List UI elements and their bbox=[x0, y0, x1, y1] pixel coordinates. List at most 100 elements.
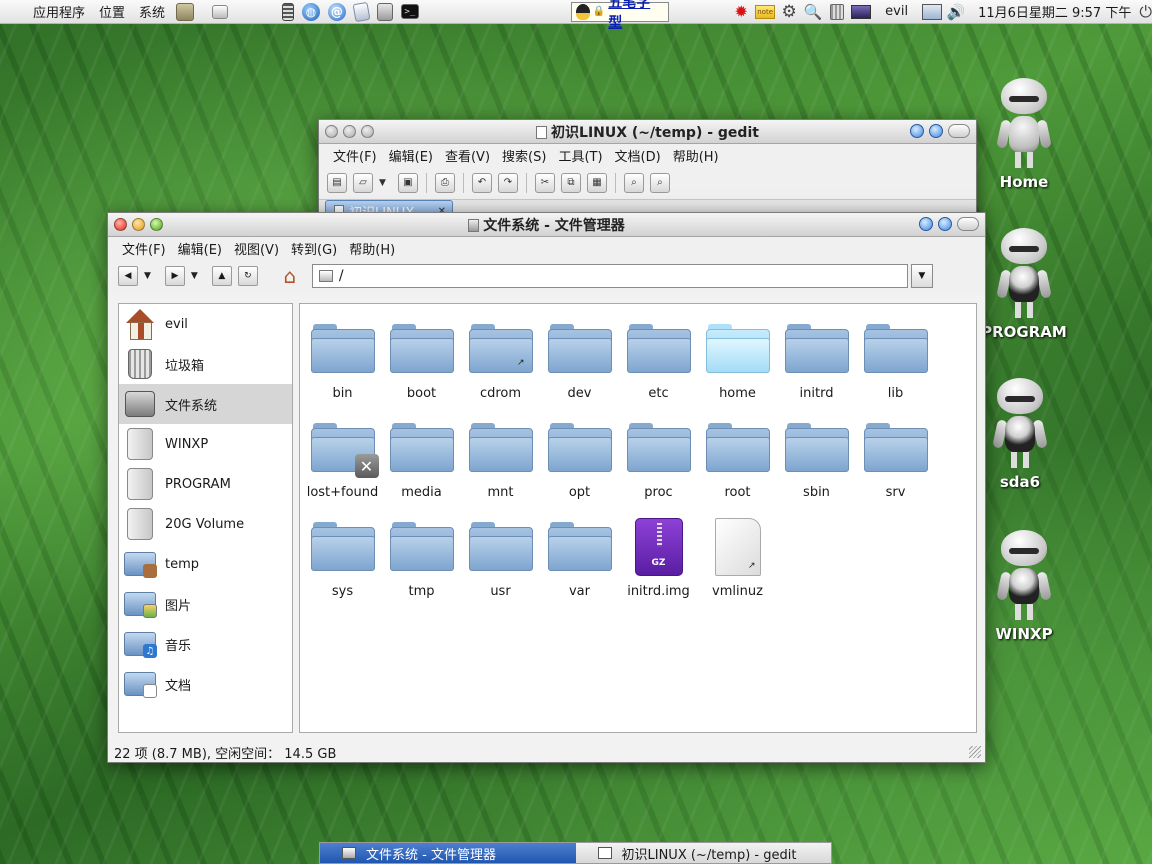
file-item[interactable]: mnt bbox=[461, 419, 540, 518]
minimize-button[interactable] bbox=[343, 125, 356, 138]
mail-launcher-icon[interactable]: @ bbox=[327, 2, 346, 21]
cut-icon[interactable]: ✂ bbox=[534, 172, 555, 193]
trash-tray-icon[interactable] bbox=[827, 3, 847, 21]
file-manager-titlebar[interactable]: 文件系统 - 文件管理器 bbox=[108, 213, 985, 237]
back-button[interactable]: ◀ bbox=[118, 266, 138, 286]
sidebar-item-filesystem[interactable]: 文件系统 bbox=[119, 384, 292, 424]
shade-button[interactable] bbox=[919, 217, 933, 231]
file-item[interactable]: proc bbox=[619, 419, 698, 518]
input-method-indicator[interactable]: 🔒 五笔字型 bbox=[570, 0, 670, 31]
desktop-icon-winxp[interactable]: WINXP bbox=[974, 530, 1074, 643]
globe-launcher-icon[interactable]: ◍ bbox=[301, 2, 320, 21]
alert-icon[interactable]: ✹ bbox=[731, 2, 751, 21]
menu-file[interactable]: 文件(F) bbox=[327, 146, 383, 165]
gear-icon[interactable]: ⚙ bbox=[779, 2, 799, 22]
menu-view[interactable]: 查看(V) bbox=[439, 146, 496, 165]
sticky-button[interactable] bbox=[938, 217, 952, 231]
user-name[interactable]: evil bbox=[885, 4, 908, 19]
open-recent-arrow-icon[interactable]: ▼ bbox=[379, 178, 386, 188]
folder-launcher-icon[interactable] bbox=[176, 2, 194, 21]
terminal-launcher-icon[interactable]: >_ bbox=[400, 4, 419, 19]
file-item[interactable]: GZ initrd.img bbox=[619, 518, 698, 617]
file-item[interactable]: bin bbox=[303, 320, 382, 419]
sidebar-item-pictures[interactable]: 图片 bbox=[119, 584, 292, 624]
close-button[interactable] bbox=[325, 125, 338, 138]
menu-file[interactable]: 文件(F) bbox=[116, 239, 172, 258]
file-item[interactable]: ↗ cdrom bbox=[461, 320, 540, 419]
redo-icon[interactable]: ↷ bbox=[497, 172, 518, 193]
back-history-arrow-icon[interactable]: ▼ bbox=[144, 271, 151, 281]
undo-icon[interactable]: ↶ bbox=[471, 172, 492, 193]
sidebar-item-trash[interactable]: 垃圾箱 bbox=[119, 344, 292, 384]
file-item[interactable]: boot bbox=[382, 320, 461, 419]
window-menu-button[interactable] bbox=[948, 124, 970, 138]
file-item[interactable]: ✕ lost+found bbox=[303, 419, 382, 518]
menu-go[interactable]: 转到(G) bbox=[285, 239, 343, 258]
maximize-button[interactable] bbox=[361, 125, 374, 138]
note-launcher-icon[interactable] bbox=[352, 1, 371, 22]
file-item[interactable]: tmp bbox=[382, 518, 461, 617]
location-dropdown-button[interactable]: ▼ bbox=[910, 264, 933, 288]
menu-view[interactable]: 视图(V) bbox=[228, 239, 285, 258]
menu-places[interactable]: 位置 bbox=[92, 2, 132, 21]
file-item[interactable]: etc bbox=[619, 320, 698, 419]
file-item[interactable]: sys bbox=[303, 518, 382, 617]
menu-help[interactable]: 帮助(H) bbox=[667, 146, 725, 165]
task-file-manager[interactable]: 文件系统 - 文件管理器 bbox=[320, 843, 576, 863]
calculator-launcher-icon[interactable] bbox=[281, 2, 294, 21]
minimize-button[interactable] bbox=[132, 218, 145, 231]
sidebar-item-music[interactable]: ♫ 音乐 bbox=[119, 624, 292, 664]
sticky-button[interactable] bbox=[929, 124, 943, 138]
forward-history-arrow-icon[interactable]: ▼ bbox=[191, 271, 198, 281]
desktop-icon-home[interactable]: Home bbox=[974, 78, 1074, 191]
sticky-note-icon[interactable]: note bbox=[755, 4, 776, 19]
paste-icon[interactable]: ▦ bbox=[586, 172, 607, 193]
file-item[interactable]: home bbox=[698, 320, 777, 419]
task-gedit[interactable]: 初识LINUX (~/temp) - gedit bbox=[576, 843, 832, 863]
search-icon[interactable]: 🔍 bbox=[803, 3, 823, 21]
image-viewer-icon[interactable] bbox=[851, 3, 872, 21]
file-item[interactable]: var bbox=[540, 518, 619, 617]
file-item[interactable]: lib bbox=[856, 320, 935, 419]
file-item[interactable]: initrd bbox=[777, 320, 856, 419]
sidebar-item-temp[interactable]: temp bbox=[119, 544, 292, 584]
close-button[interactable] bbox=[114, 218, 127, 231]
sidebar-item-documents[interactable]: 文档 bbox=[119, 664, 292, 704]
sidebar-item-winxp[interactable]: WINXP bbox=[119, 424, 292, 464]
desktop-icon-program[interactable]: PROGRAM bbox=[974, 228, 1074, 341]
clock[interactable]: 11月6日星期二 9:57 下午 bbox=[978, 2, 1131, 21]
home-button-icon[interactable]: ⌂ bbox=[278, 264, 302, 288]
package-launcher-icon[interactable] bbox=[376, 2, 393, 21]
menu-documents[interactable]: 文档(D) bbox=[609, 146, 667, 165]
menu-search[interactable]: 搜索(S) bbox=[496, 146, 552, 165]
menu-edit[interactable]: 编辑(E) bbox=[383, 146, 439, 165]
menu-applications[interactable]: 应用程序 bbox=[26, 2, 92, 21]
shade-button[interactable] bbox=[910, 124, 924, 138]
sidebar-item-evil[interactable]: evil bbox=[119, 304, 292, 344]
gedit-titlebar[interactable]: 初识LINUX (~/temp) - gedit bbox=[319, 120, 976, 144]
forward-button[interactable]: ▶ bbox=[164, 266, 185, 286]
file-item[interactable]: ↗ vmlinuz bbox=[698, 518, 777, 617]
up-button[interactable]: ▲ bbox=[211, 266, 232, 286]
network-icon[interactable] bbox=[922, 3, 943, 21]
sidebar-item-program[interactable]: PROGRAM bbox=[119, 464, 292, 504]
resize-grip[interactable] bbox=[969, 746, 981, 758]
menu-tools[interactable]: 工具(T) bbox=[552, 146, 608, 165]
file-item[interactable]: media bbox=[382, 419, 461, 518]
maximize-button[interactable] bbox=[150, 218, 163, 231]
drive-launcher-icon[interactable] bbox=[211, 4, 228, 19]
menu-system[interactable]: 系统 bbox=[132, 2, 172, 21]
window-menu-button[interactable] bbox=[957, 217, 979, 231]
reload-button[interactable]: ↻ bbox=[237, 266, 258, 286]
find-icon[interactable]: ⌕ bbox=[623, 172, 644, 193]
new-document-icon[interactable]: ▤ bbox=[327, 172, 347, 193]
copy-icon[interactable]: ⧉ bbox=[560, 172, 581, 193]
file-item[interactable]: root bbox=[698, 419, 777, 518]
file-item[interactable]: usr bbox=[461, 518, 540, 617]
save-icon[interactable]: ▣ bbox=[397, 172, 418, 193]
print-icon[interactable]: ⎙ bbox=[434, 172, 455, 193]
location-bar[interactable]: / bbox=[311, 264, 908, 288]
file-item[interactable]: srv bbox=[856, 419, 935, 518]
menu-edit[interactable]: 编辑(E) bbox=[172, 239, 228, 258]
open-icon[interactable]: ▱ bbox=[353, 172, 373, 193]
